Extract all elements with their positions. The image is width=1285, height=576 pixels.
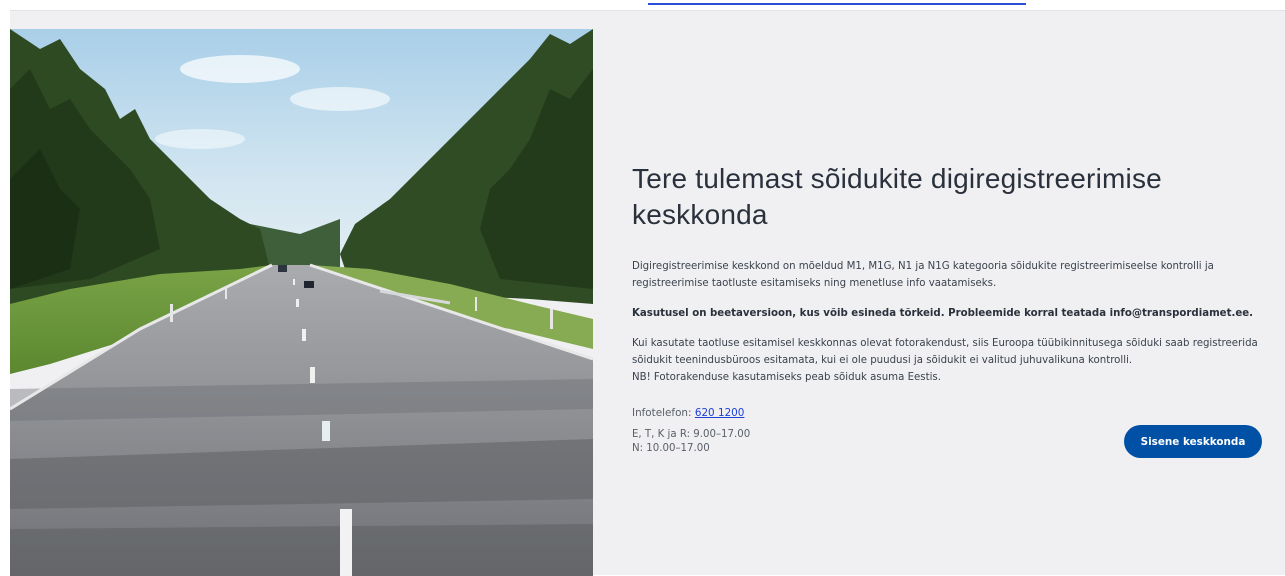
- photo-service-warning: NB! Fotorakenduse kasutamiseks peab sõid…: [632, 372, 941, 383]
- landing-page: Tere tulemast sõidukite digiregistreerim…: [10, 10, 1285, 576]
- enter-environment-button[interactable]: Sisene keskkonda: [1124, 425, 1262, 458]
- top-cutoff-strip: [0, 0, 1285, 10]
- phone-link[interactable]: 620 1200: [695, 407, 745, 419]
- welcome-content: Tere tulemast sõidukite digiregistreerim…: [632, 161, 1272, 456]
- cutoff-link-underline: [648, 0, 1026, 5]
- photo-service-note: Kui kasutate taotluse esitamisel keskkon…: [632, 335, 1262, 386]
- info-phone-label: Infotelefon:: [632, 407, 692, 419]
- info-phone: Infotelefon: 620 1200: [632, 405, 1272, 422]
- page-title: Tere tulemast sõidukite digiregistreerim…: [632, 163, 1162, 230]
- hero-image: [10, 29, 593, 576]
- intro-text: Digiregistreerimise keskkond on mõeldud …: [632, 261, 1214, 289]
- photo-service-text: Kui kasutate taotluse esitamisel keskkon…: [632, 338, 1258, 366]
- beta-notice: Kasutusel on beetaversioon, kus võib esi…: [632, 308, 1254, 319]
